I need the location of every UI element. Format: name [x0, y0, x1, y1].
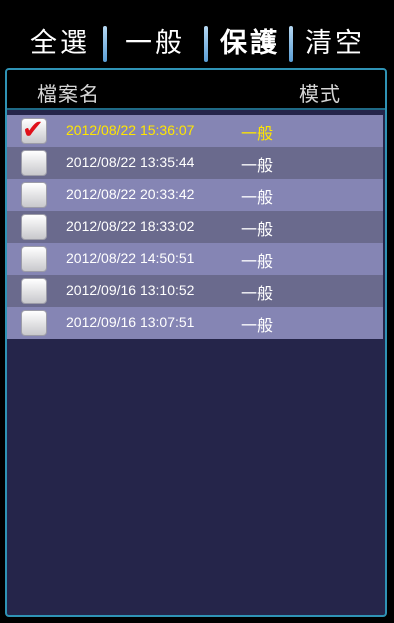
file-list-panel: 檔案名 模式 ✔ 2012/08/22 15:36:07 一般 2012/08/…	[5, 68, 387, 617]
file-mode: 一般	[241, 124, 274, 143]
file-mode: 一般	[241, 188, 274, 207]
file-timestamp: 2012/09/16 13:10:52	[66, 282, 195, 298]
select-all-button[interactable]: 全選	[30, 22, 90, 66]
row-checkbox[interactable]	[21, 246, 47, 272]
row-checkbox[interactable]	[21, 182, 47, 208]
file-row[interactable]: 2012/08/22 20:33:42 一般	[7, 179, 383, 211]
file-timestamp: 2012/08/22 18:33:02	[66, 218, 195, 234]
column-header-mode: 模式	[299, 82, 341, 106]
file-timestamp: 2012/08/22 13:35:44	[66, 154, 195, 170]
general-button[interactable]: 一般	[125, 22, 185, 66]
toolbar: 全選 一般 保護 清空	[0, 0, 394, 68]
row-checkbox[interactable]	[21, 150, 47, 176]
row-checkbox[interactable]	[21, 214, 47, 240]
file-timestamp: 2012/08/22 20:33:42	[66, 186, 195, 202]
file-mode: 一般	[241, 220, 274, 239]
file-row[interactable]: 2012/08/22 18:33:02 一般	[7, 211, 383, 243]
row-checkbox[interactable]	[21, 310, 47, 336]
file-row[interactable]: 2012/09/16 13:07:51 一般	[7, 307, 383, 339]
file-mode: 一般	[241, 252, 274, 271]
row-checkbox[interactable]	[21, 278, 47, 304]
column-header-filename: 檔案名	[37, 82, 100, 106]
toolbar-separator	[103, 26, 107, 62]
table-header: 檔案名 模式	[7, 70, 385, 110]
file-mode: 一般	[241, 284, 274, 303]
toolbar-separator	[204, 26, 208, 62]
file-timestamp: 2012/08/22 14:50:51	[66, 250, 195, 266]
file-row[interactable]: 2012/09/16 13:10:52 一般	[7, 275, 383, 307]
file-list: ✔ 2012/08/22 15:36:07 一般 2012/08/22 13:3…	[7, 115, 385, 339]
file-row[interactable]: ✔ 2012/08/22 15:36:07 一般	[7, 115, 383, 147]
file-timestamp: 2012/08/22 15:36:07	[66, 122, 195, 138]
file-row[interactable]: 2012/08/22 14:50:51 一般	[7, 243, 383, 275]
clear-button[interactable]: 清空	[305, 22, 365, 66]
file-row[interactable]: 2012/08/22 13:35:44 一般	[7, 147, 383, 179]
file-mode: 一般	[241, 156, 274, 175]
file-timestamp: 2012/09/16 13:07:51	[66, 314, 195, 330]
row-checkbox[interactable]: ✔	[21, 115, 47, 145]
protect-button[interactable]: 保護	[220, 22, 280, 66]
checkmark-icon: ✔	[22, 115, 44, 145]
file-mode: 一般	[241, 316, 274, 335]
toolbar-separator	[289, 26, 293, 62]
